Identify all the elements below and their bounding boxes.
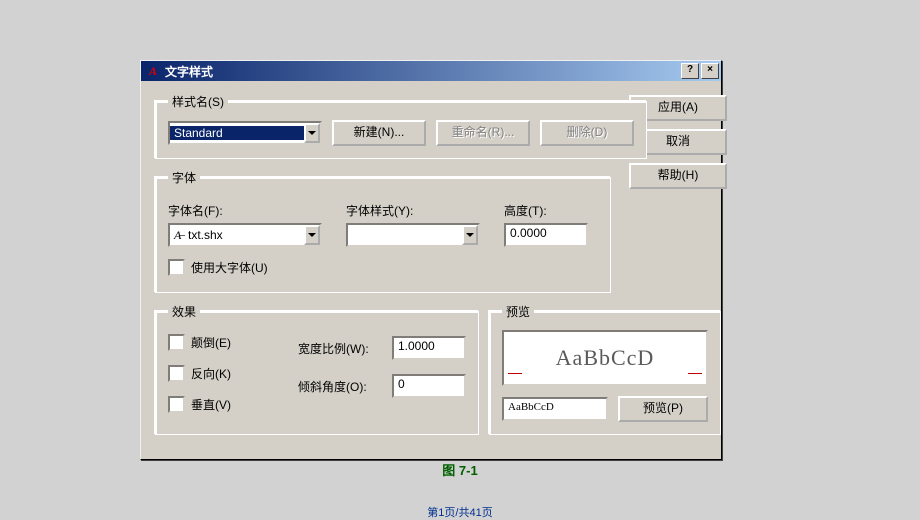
backward-label: 反向(K) (191, 365, 231, 382)
help-button[interactable]: 帮助(H) (629, 163, 727, 189)
titlebar: A 文字样式 ? × (141, 61, 721, 81)
upside-checkbox[interactable] (168, 334, 185, 351)
figure-caption: 图 7-1 (0, 460, 920, 479)
style-name-legend: 样式名(S) (168, 93, 228, 110)
preview-group: 预览 AaBbCcD AaBbCcD 预览(P) (489, 303, 721, 435)
text-style-dialog: A 文字样式 ? × 应用(A) 取消 帮助(H) 样式名(S) Standar… (140, 60, 722, 460)
font-name-value: txt.shx (188, 228, 223, 242)
help-icon[interactable]: ? (681, 63, 699, 79)
app-icon: A (145, 63, 161, 79)
preview-input[interactable]: AaBbCcD (502, 397, 608, 421)
chevron-down-icon[interactable] (304, 123, 320, 143)
preview-display: AaBbCcD (502, 330, 708, 386)
oblique-input[interactable]: 0 (392, 374, 466, 398)
oblique-label: 倾斜角度(O): (298, 378, 384, 395)
vertical-checkbox[interactable] (168, 396, 185, 413)
close-icon[interactable]: × (701, 63, 719, 79)
rename-button: 重命名(R)... (436, 120, 530, 146)
effects-group: 效果 颠倒(E) 反向(K) 垂直(V) 宽度比例(W): 1.0000 倾斜角… (155, 303, 479, 435)
font-file-icon: A̶ (174, 228, 188, 243)
vertical-label: 垂直(V) (191, 396, 231, 413)
chevron-down-icon[interactable] (304, 225, 320, 245)
backward-checkbox[interactable] (168, 365, 185, 382)
font-height-label: 高度(T): (504, 202, 584, 219)
font-style-select[interactable] (346, 223, 480, 247)
new-button[interactable]: 新建(N)... (332, 120, 426, 146)
font-height-input[interactable]: 0.0000 (504, 223, 588, 247)
preview-legend: 预览 (502, 303, 534, 320)
width-factor-input[interactable]: 1.0000 (392, 336, 466, 360)
chevron-down-icon[interactable] (462, 225, 478, 245)
style-name-value: Standard (170, 126, 304, 140)
preview-button[interactable]: 预览(P) (618, 396, 708, 422)
delete-button: 删除(D) (540, 120, 634, 146)
style-name-select[interactable]: Standard (168, 121, 322, 145)
font-style-label: 字体样式(Y): (346, 202, 476, 219)
dialog-title: 文字样式 (165, 63, 681, 80)
style-name-group: 样式名(S) Standard 新建(N)... 重命名(R)... 删除(D) (155, 93, 647, 159)
upside-label: 颠倒(E) (191, 334, 231, 351)
font-name-label: 字体名(F): (168, 202, 318, 219)
font-legend: 字体 (168, 169, 200, 186)
width-factor-label: 宽度比例(W): (298, 340, 384, 357)
bigfont-label: 使用大字体(U) (191, 259, 268, 276)
font-name-select[interactable]: A̶txt.shx (168, 223, 322, 247)
bigfont-checkbox[interactable] (168, 259, 185, 276)
font-group: 字体 字体名(F): A̶txt.shx 字体样式(Y): (155, 169, 611, 293)
effects-legend: 效果 (168, 303, 200, 320)
